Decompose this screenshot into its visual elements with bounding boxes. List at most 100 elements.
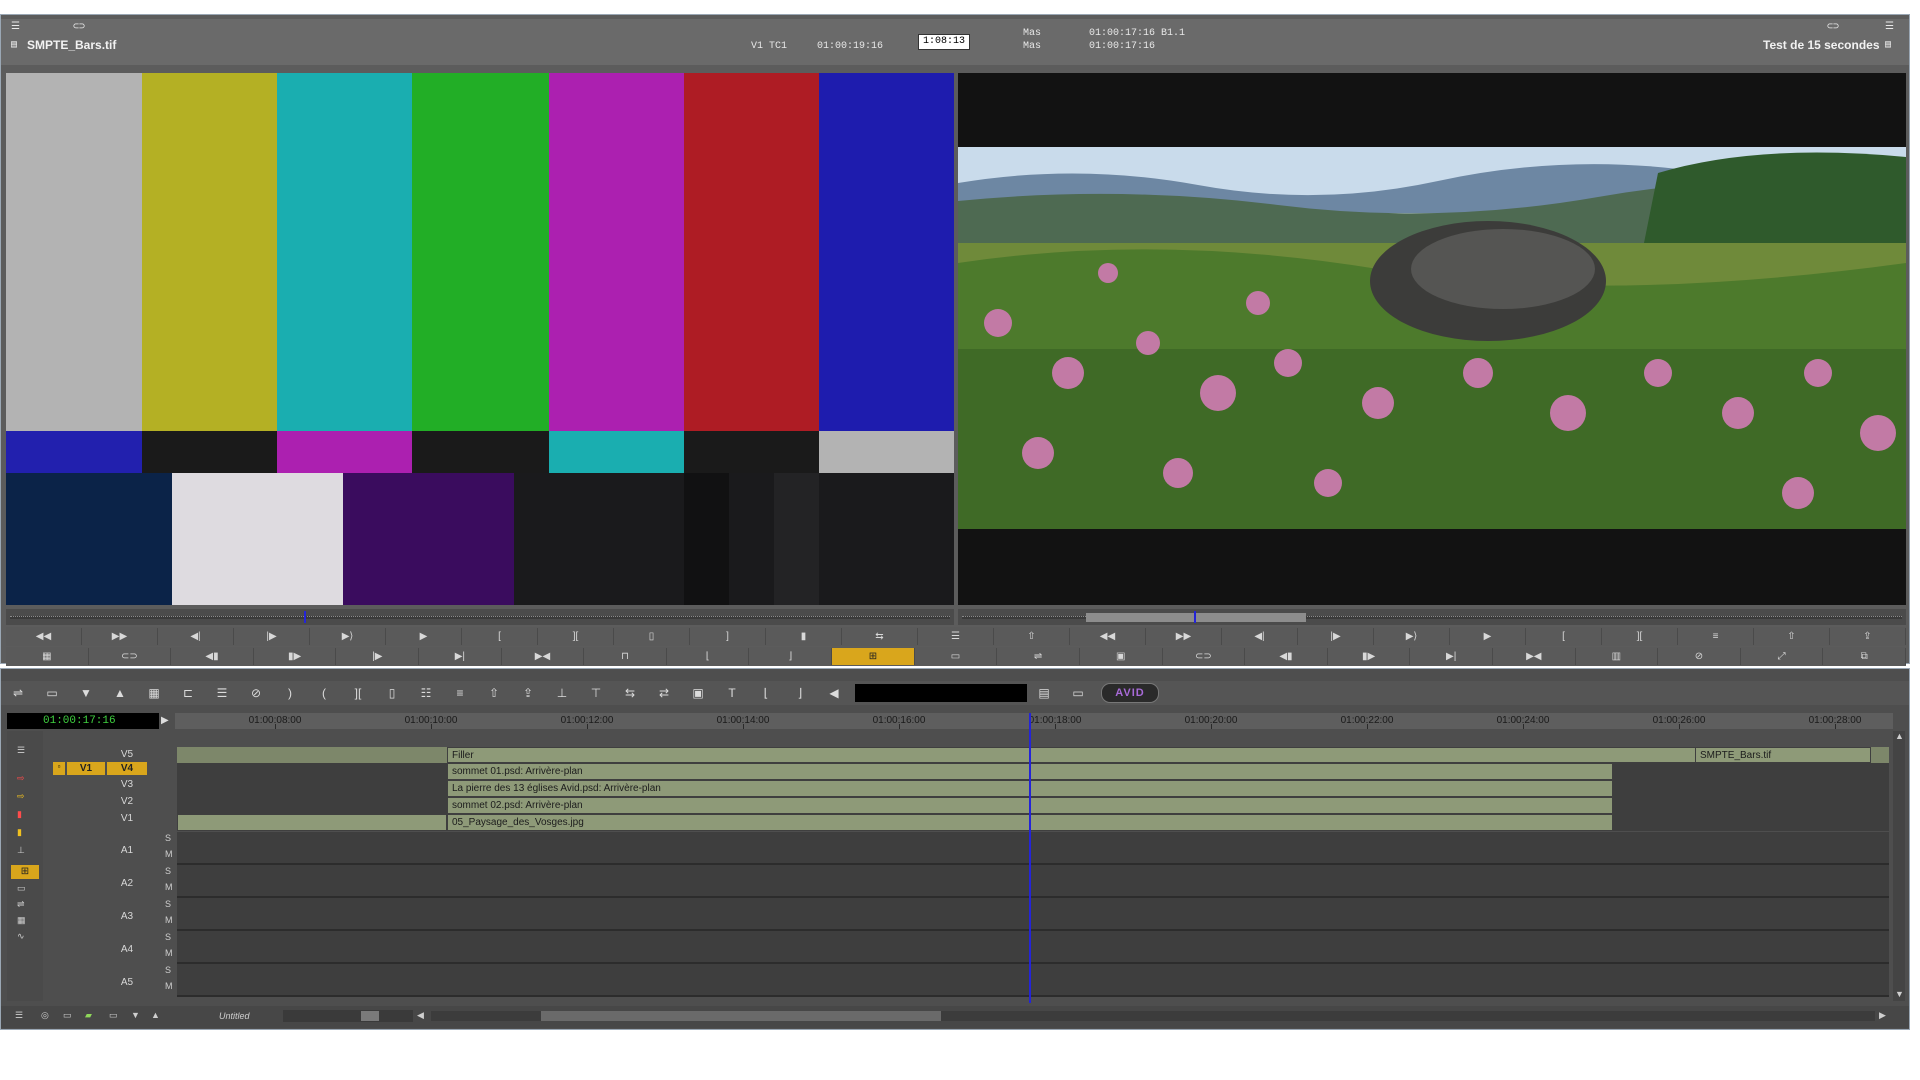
timeline-slip-icon[interactable]: ⇆ bbox=[617, 683, 643, 703]
sequence-menu-icon[interactable]: ▤ bbox=[1885, 39, 1891, 51]
rec-link-button[interactable]: ⊂⊃ bbox=[1163, 648, 1246, 665]
record-position-bar[interactable] bbox=[958, 609, 1906, 625]
timeline-trim-right-icon[interactable]: ⌋ bbox=[787, 683, 813, 703]
rec-fullscreen-button[interactable]: ⤢ bbox=[1741, 648, 1824, 665]
play-in-to-out-button[interactable]: ▶| bbox=[419, 648, 502, 665]
bottom-up-icon[interactable]: ▲ bbox=[151, 1010, 160, 1020]
rec-fast-forward-button[interactable]: ▶▶ bbox=[1146, 628, 1222, 645]
monitor-small-icon[interactable]: ▭ bbox=[17, 883, 26, 894]
sequence-toggle-icon[interactable]: ⊞ bbox=[11, 865, 39, 879]
prev-edit-button[interactable]: ◀▮ bbox=[171, 648, 254, 665]
go-to-out-button[interactable]: |▶ bbox=[336, 648, 420, 665]
yellow-lift-icon[interactable]: ▮ bbox=[17, 827, 22, 838]
mark-out-button[interactable]: ] bbox=[690, 628, 766, 645]
track-label-v2[interactable]: V2 bbox=[107, 796, 147, 807]
track-a5[interactable] bbox=[177, 964, 1889, 997]
timeline-counter-icon[interactable]: ▤ bbox=[1031, 683, 1057, 703]
source-position-bar[interactable] bbox=[6, 609, 954, 625]
timeline-up-icon[interactable]: ▲ bbox=[107, 683, 133, 703]
rec-mark-clip-button[interactable]: ][ bbox=[1602, 628, 1678, 645]
rec-next-edit-button[interactable]: ▮▶ bbox=[1328, 648, 1411, 665]
grid-button[interactable]: ▦ bbox=[6, 648, 89, 665]
timeline-playhead[interactable] bbox=[1029, 713, 1031, 1003]
source-clip-name[interactable]: SMPTE_Bars.tif bbox=[27, 38, 116, 52]
timeline-slide-icon[interactable]: ⇄ bbox=[651, 683, 677, 703]
timeline-scrollbar[interactable] bbox=[431, 1011, 1875, 1021]
clip-menu-icon[interactable]: ▤ bbox=[11, 39, 17, 51]
track-a3[interactable] bbox=[177, 898, 1889, 931]
clip-v1-head[interactable] bbox=[177, 814, 447, 831]
source-viewer[interactable] bbox=[6, 73, 954, 605]
track-v2[interactable]: sommet 02.psd: Arrivère-plan bbox=[177, 797, 1889, 814]
timeline-effect-icon[interactable]: ▣ bbox=[685, 683, 711, 703]
solo-button-a4[interactable]: S bbox=[165, 932, 171, 942]
track-label-a2[interactable]: A2 bbox=[107, 878, 147, 889]
timeline-trim-left-icon[interactable]: ⌊ bbox=[753, 683, 779, 703]
timeline-audio-icon[interactable]: ▭ bbox=[1065, 683, 1091, 703]
mute-button-a1[interactable]: M bbox=[165, 849, 173, 859]
overwrite-button[interactable]: ☰ bbox=[918, 628, 994, 645]
go-in-button[interactable]: ▶◀ bbox=[502, 648, 585, 665]
rec-render-button[interactable]: ▥ bbox=[1576, 648, 1659, 665]
match-frame-button[interactable]: ▮ bbox=[766, 628, 842, 645]
rec-step-forward-button[interactable]: |▶ bbox=[1298, 628, 1374, 645]
timeline-segment-icon[interactable]: ⊥ bbox=[549, 683, 575, 703]
play-button[interactable]: ▶ bbox=[386, 628, 462, 645]
scroll-left-icon[interactable]: ◀ bbox=[417, 1010, 424, 1021]
source-position-indicator[interactable] bbox=[304, 611, 306, 623]
track-label-a4[interactable]: A4 bbox=[107, 944, 147, 955]
scroll-right-icon[interactable]: ▶ bbox=[1879, 1010, 1886, 1021]
rec-go-to-out-button[interactable]: ▶| bbox=[1410, 648, 1493, 665]
red-lift-icon[interactable]: ▮ bbox=[17, 809, 22, 820]
rewind-button[interactable]: ◀◀ bbox=[6, 628, 82, 645]
timeline-ruler[interactable]: 01:00:08:00 01:00:10:00 01:00:12:00 01:00:1… bbox=[175, 713, 1893, 729]
rec-lift-button[interactable]: ⇧ bbox=[1754, 628, 1830, 645]
rec-rewind-button[interactable]: ◀◀ bbox=[1070, 628, 1146, 645]
track-label-v4[interactable]: V4 bbox=[107, 762, 147, 775]
link-button[interactable]: ⊂⊃ bbox=[89, 648, 172, 665]
rec-extract-button[interactable]: ⇪ bbox=[1830, 628, 1906, 645]
yellow-arrow-icon[interactable]: ⇨ bbox=[17, 791, 25, 802]
solo-button-a5[interactable]: S bbox=[165, 965, 171, 975]
record-link-icon[interactable]: ⊂⊃ bbox=[1827, 21, 1839, 33]
track-label-v5[interactable]: V5 bbox=[107, 749, 147, 760]
rec-step-back-button[interactable]: ◀| bbox=[1222, 628, 1298, 645]
timeline-scrollbar-thumb[interactable] bbox=[541, 1011, 941, 1021]
record-position-indicator[interactable] bbox=[1194, 611, 1196, 623]
record-menu-icon[interactable]: ☰ bbox=[1885, 21, 1894, 33]
rec-trim-button[interactable]: ≡ bbox=[1678, 628, 1754, 645]
mark-clip-2-button[interactable]: ⊓ bbox=[584, 648, 667, 665]
splice-in-button[interactable]: ⇆ bbox=[842, 628, 918, 645]
timeline-title-icon[interactable]: T bbox=[719, 683, 745, 703]
scroll-down-icon[interactable]: ▼ bbox=[1895, 989, 1904, 999]
timeline-clear-icon[interactable]: ▯ bbox=[379, 683, 405, 703]
solo-button-a1[interactable]: S bbox=[165, 833, 171, 843]
clip-smpte-bars[interactable]: SMPTE_Bars.tif bbox=[1695, 747, 1871, 763]
track-label-v3[interactable]: V3 bbox=[107, 779, 147, 790]
next-edit-button[interactable]: ▮▶ bbox=[254, 648, 337, 665]
link-icon[interactable]: ⊂⊃ bbox=[73, 21, 85, 33]
timeline-disable-icon[interactable]: ⊘ bbox=[243, 683, 269, 703]
timeline-overwrite-icon[interactable]: ≡ bbox=[447, 683, 473, 703]
settings-button[interactable]: ⇌ bbox=[997, 648, 1080, 665]
timeline-timecode[interactable]: 01:00:17:16 bbox=[7, 713, 159, 729]
menu-icon[interactable]: ☰ bbox=[11, 21, 20, 33]
track-v1[interactable]: 05_Paysage_des_Vosges.jpg bbox=[177, 814, 1889, 831]
grid-small-icon[interactable]: ▦ bbox=[17, 915, 26, 926]
timeline-settings-icon[interactable]: ⇌ bbox=[5, 683, 31, 703]
rec-mark-in-button[interactable]: [ bbox=[1526, 628, 1602, 645]
track-label-v1[interactable]: V1 bbox=[107, 813, 147, 824]
sequence-name[interactable]: Test de 15 secondes bbox=[1763, 38, 1880, 52]
play-out-button[interactable]: ▶⟩ bbox=[310, 628, 386, 645]
record-track-selector[interactable]: V1 bbox=[67, 762, 105, 775]
timeline-monitor-icon[interactable]: ▭ bbox=[39, 683, 65, 703]
adjust-icon[interactable]: ⇌ bbox=[17, 899, 25, 910]
track-menu-icon[interactable]: ☰ bbox=[17, 745, 25, 756]
timeline-lift-icon[interactable]: ⇧ bbox=[481, 683, 507, 703]
bottom-window-icon[interactable]: ▭ bbox=[63, 1010, 72, 1021]
track-label-a3[interactable]: A3 bbox=[107, 911, 147, 922]
bottom-down-icon[interactable]: ▼ bbox=[131, 1010, 140, 1020]
zoom-slider-handle[interactable] bbox=[361, 1011, 379, 1021]
trim-left-button[interactable]: ⌊ bbox=[667, 648, 750, 665]
rec-disable-button[interactable]: ⊘ bbox=[1658, 648, 1741, 665]
